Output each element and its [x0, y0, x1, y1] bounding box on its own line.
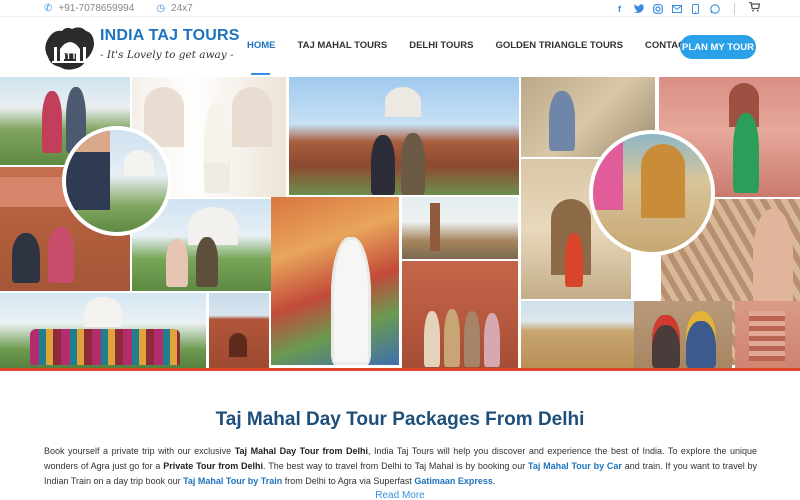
link-taj-mahal-tour-by-train[interactable]: Taj Mahal Tour by Train — [183, 476, 282, 486]
intro-paragraph: Book yourself a private trip with our ex… — [44, 444, 757, 489]
logo-tagline: - It's Lovely to get away - — [100, 49, 234, 61]
cart-icon[interactable] — [749, 1, 761, 15]
photo-humayun-tomb-couple — [289, 77, 519, 195]
photo-taj-group-saris — [0, 293, 206, 368]
nav-home[interactable]: HOME — [247, 40, 287, 51]
hero-photo-collage — [0, 75, 800, 368]
photo-fatehpur-group — [402, 261, 518, 368]
whatsapp-icon[interactable] — [709, 3, 720, 14]
intro-text: Book yourself a private trip with our ex… — [44, 446, 235, 456]
read-more-link[interactable]: Read More — [0, 490, 800, 500]
site-logo[interactable]: iTT INDIA TAJ TOURS - It's Lovely to get… — [44, 25, 239, 71]
photo-circle-jaipur-gate-woman — [589, 130, 715, 256]
link-taj-mahal-tour-by-car[interactable]: Taj Mahal Tour by Car — [528, 461, 622, 471]
svg-text:iTT: iTT — [63, 51, 77, 61]
photo-garlanded-couple — [634, 301, 732, 368]
phone-number[interactable]: +91-7078659994 — [58, 3, 134, 14]
photo-hawa-mahal — [735, 301, 800, 368]
top-bar: ✆ +91-7078659994 ◷ 24x7 f — [0, 0, 800, 17]
photo-red-fort-gate — [209, 293, 269, 368]
nav-taj-mahal-tours[interactable]: TAJ MAHAL TOURS — [287, 40, 399, 51]
email-icon[interactable] — [671, 3, 682, 14]
main-nav: HOME TAJ MAHAL TOURS DELHI TOURS GOLDEN … — [247, 40, 718, 51]
intro-section: Taj Mahal Day Tour Packages From Delhi B… — [0, 371, 800, 500]
clock-icon: ◷ — [156, 3, 166, 14]
divider — [734, 2, 735, 15]
page-heading: Taj Mahal Day Tour Packages From Delhi — [215, 409, 585, 430]
plan-my-tour-button[interactable]: PLAN MY TOUR — [680, 35, 756, 59]
link-gatimaan-express[interactable]: Gatimaan Express — [414, 476, 493, 486]
intro-bold-text: Taj Mahal Day Tour from Delhi — [234, 446, 368, 456]
intro-text: . The best way to travel from Delhi to T… — [263, 461, 529, 471]
nav-golden-triangle-tours[interactable]: GOLDEN TRIANGLE TOURS — [484, 40, 634, 51]
facebook-icon[interactable]: f — [614, 3, 625, 14]
social-links: f — [614, 1, 761, 15]
nav-delhi-tours[interactable]: DELHI TOURS — [398, 40, 484, 51]
intro-text: from Delhi to Agra via Superfast — [282, 476, 415, 486]
instagram-icon[interactable] — [652, 3, 663, 14]
photo-circle-taj-man — [62, 126, 172, 236]
photo-bazaar-shopping — [271, 197, 399, 365]
taj-logo-icon: iTT — [44, 25, 96, 71]
photo-qutub-minar-view — [402, 197, 518, 259]
intro-bold-text: Private Tour from Delhi — [163, 461, 264, 471]
logo-title: INDIA TAJ TOURS — [100, 27, 240, 44]
twitter-icon[interactable] — [633, 3, 644, 14]
intro-text: . — [492, 476, 496, 486]
contact-info: ✆ +91-7078659994 ◷ 24x7 — [44, 3, 193, 14]
mobile-icon[interactable] — [690, 3, 701, 14]
phone-icon: ✆ — [44, 3, 53, 14]
hours-text: 24x7 — [171, 3, 193, 14]
site-header: iTT INDIA TAJ TOURS - It's Lovely to get… — [0, 17, 800, 76]
